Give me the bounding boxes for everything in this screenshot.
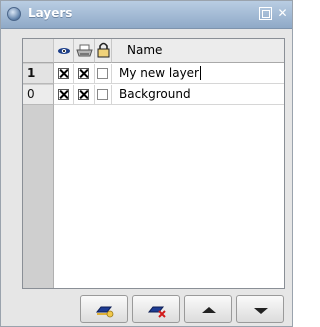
layer-row[interactable]: 0 Background <box>23 85 284 105</box>
header-corner <box>23 39 54 63</box>
layers-window: Layers ✕ Name 1 My new layer 0 Backgroun… <box>0 0 293 327</box>
layers-table: Name 1 My new layer 0 Background <box>22 38 285 289</box>
title-bar[interactable]: Layers ✕ <box>1 1 292 29</box>
arrow-up-icon <box>202 307 216 313</box>
layer-toolbar <box>80 295 285 324</box>
new-layer-button[interactable] <box>80 295 128 323</box>
layer-name-cell[interactable]: Background <box>112 85 284 105</box>
layer-name-text: My new layer <box>119 66 199 80</box>
window-title: Layers <box>28 6 73 20</box>
row-number[interactable]: 1 <box>23 64 54 84</box>
visible-checkbox[interactable] <box>58 68 69 79</box>
delete-layer-icon <box>147 306 166 318</box>
locked-checkbox[interactable] <box>97 89 108 100</box>
layer-name-text: Background <box>119 87 191 101</box>
header-locked[interactable] <box>95 39 112 63</box>
layer-name-editor[interactable]: My new layer <box>112 64 284 84</box>
printable-checkbox[interactable] <box>78 68 89 79</box>
close-button[interactable]: ✕ <box>276 7 289 20</box>
row-number[interactable]: 0 <box>23 85 54 105</box>
move-up-button[interactable] <box>184 295 232 323</box>
eye-icon <box>58 48 70 54</box>
header-visible[interactable] <box>54 39 74 63</box>
printable-checkbox[interactable] <box>78 89 89 100</box>
visible-checkbox[interactable] <box>58 89 69 100</box>
header-printable[interactable] <box>74 39 95 63</box>
printer-icon <box>76 44 93 57</box>
layer-row[interactable]: 1 My new layer <box>23 64 284 84</box>
locked-checkbox[interactable] <box>97 68 108 79</box>
move-down-button[interactable] <box>236 295 284 323</box>
arrow-down-icon <box>254 308 268 314</box>
app-icon <box>7 7 21 21</box>
lock-icon <box>97 42 110 58</box>
new-layer-icon <box>95 306 114 318</box>
header-name[interactable]: Name <box>112 39 284 63</box>
float-button[interactable] <box>259 7 272 20</box>
delete-layer-button[interactable] <box>132 295 180 323</box>
text-caret <box>200 66 201 80</box>
